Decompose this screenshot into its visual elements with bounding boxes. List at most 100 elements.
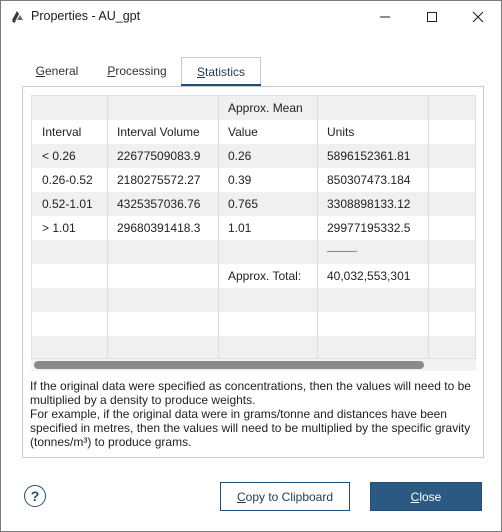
tab-processing-mnemonic: P — [107, 64, 116, 78]
copy-mnemonic: C — [236, 489, 246, 504]
table-cell — [428, 336, 475, 358]
table-cell — [107, 336, 218, 358]
table-cell — [428, 168, 475, 192]
table-cell: 0.765 — [228, 197, 259, 211]
table-cell — [317, 336, 428, 358]
table-cell: 22677509083.9 — [117, 149, 201, 163]
tab-statistics[interactable]: Statistics — [181, 57, 261, 87]
table-cell: 1.01 — [228, 221, 252, 235]
table-cell — [428, 264, 475, 288]
table-cell — [317, 312, 428, 336]
table-cell — [428, 312, 475, 336]
table-cell — [428, 144, 475, 168]
table-header-cell: Approx. Mean — [228, 101, 303, 115]
table-cell: 29680391418.3 — [117, 221, 201, 235]
close-mnemonic: C — [410, 489, 420, 504]
table-cell — [428, 192, 475, 216]
table-header-cell — [32, 96, 107, 120]
maximize-icon — [427, 11, 437, 22]
table-header-cell — [317, 96, 428, 120]
table-header-cell — [428, 120, 475, 144]
notes-line-1: If the original data were specified as c… — [30, 379, 471, 407]
close-label: lose — [419, 489, 442, 504]
table-header-cell — [428, 96, 475, 120]
table-row — [32, 312, 475, 336]
table-row: > 1.01 29680391418.3 1.01 29977195332.5 — [32, 216, 475, 240]
table-cell: 2180275572.27 — [117, 173, 201, 187]
tab-statistics-mnemonic: S — [196, 64, 205, 79]
table-cell: Approx. Total: — [228, 269, 302, 283]
table-cell: ——— — [327, 246, 357, 257]
table-header-cell: Units — [327, 125, 355, 139]
notes-text: If the original data were specified as c… — [30, 379, 480, 449]
table-cell: 0.26 — [228, 149, 252, 163]
table-cell — [428, 216, 475, 240]
table-cell: 850307473.184 — [327, 173, 411, 187]
table-row: ——— — [32, 240, 475, 264]
table-cell: 40,032,553,301 — [327, 269, 411, 283]
table-cell — [428, 240, 475, 264]
table-header-cell — [107, 96, 218, 120]
window-title: Properties - AU_gpt — [31, 9, 141, 23]
table-cell — [107, 240, 218, 264]
table-cell — [218, 288, 317, 312]
column-divider — [218, 96, 219, 358]
table-cell — [428, 288, 475, 312]
table-cell — [32, 240, 107, 264]
table-row: 0.52-1.01 4325357036.76 0.765 3308898133… — [32, 192, 475, 216]
table-cell — [317, 288, 428, 312]
minimize-button[interactable] — [362, 1, 408, 32]
table-row — [32, 336, 475, 358]
table-cell — [218, 336, 317, 358]
column-divider — [317, 96, 318, 358]
notes-line-2: For example, if the original data were i… — [30, 407, 471, 449]
table-cell — [32, 288, 107, 312]
tab-general-label: eneral — [44, 64, 79, 78]
help-icon: ? — [30, 488, 40, 504]
tab-processing[interactable]: Processing — [101, 57, 173, 85]
table-cell — [32, 336, 107, 358]
app-logo-icon — [12, 11, 23, 23]
close-window-button[interactable] — [455, 1, 501, 32]
statistics-panel: Approx. Mean Interval Interval Volume Va… — [22, 86, 484, 458]
table-cell: 29977195332.5 — [327, 221, 411, 235]
column-divider — [428, 96, 429, 358]
table-cell — [107, 288, 218, 312]
table-row — [32, 288, 475, 312]
close-button[interactable]: Close — [370, 482, 482, 511]
copy-to-clipboard-button[interactable]: Copy to Clipboard — [220, 482, 350, 511]
tab-general[interactable]: General — [29, 57, 85, 85]
table-cell — [32, 312, 107, 336]
table-row: < 0.26 22677509083.9 0.26 5896152361.81 — [32, 144, 475, 168]
table-cell: 4325357036.76 — [117, 197, 201, 211]
maximize-button[interactable] — [409, 1, 455, 32]
table-header-cell: Interval — [42, 125, 82, 139]
table-row: 0.26-0.52 2180275572.27 0.39 850307473.1… — [32, 168, 475, 192]
table-cell: 0.52-1.01 — [42, 197, 93, 211]
horizontal-scrollbar[interactable] — [31, 359, 476, 371]
help-button[interactable]: ? — [24, 485, 46, 507]
table-header-row: Interval Interval Volume Value Units — [32, 120, 475, 144]
table-cell — [107, 312, 218, 336]
table-cell — [218, 240, 317, 264]
table-cell — [32, 264, 107, 288]
minimize-icon — [380, 16, 390, 17]
table-cell: 5896152361.81 — [327, 149, 411, 163]
table-header-cell: Interval Volume — [117, 125, 200, 139]
table-cell: 0.26-0.52 — [42, 173, 93, 187]
properties-window: Properties - AU_gpt General Processing S… — [0, 0, 502, 532]
table-cell: > 1.01 — [42, 221, 76, 235]
table-cell: < 0.26 — [42, 149, 76, 163]
table-row: Approx. Total: 40,032,553,301 — [32, 264, 475, 288]
table-cell: 3308898133.12 — [327, 197, 411, 211]
statistics-table: Approx. Mean Interval Interval Volume Va… — [31, 95, 476, 359]
column-divider — [107, 96, 108, 358]
table-header-row: Approx. Mean — [32, 96, 475, 120]
table-cell: 0.39 — [228, 173, 252, 187]
table-header-cell: Value — [228, 125, 258, 139]
tab-statistics-label: tatistics — [205, 64, 246, 79]
table-cell — [218, 312, 317, 336]
copy-label: opy to Clipboard — [245, 489, 334, 504]
scrollbar-thumb[interactable] — [34, 361, 424, 369]
tab-processing-label: rocessing — [115, 64, 167, 78]
